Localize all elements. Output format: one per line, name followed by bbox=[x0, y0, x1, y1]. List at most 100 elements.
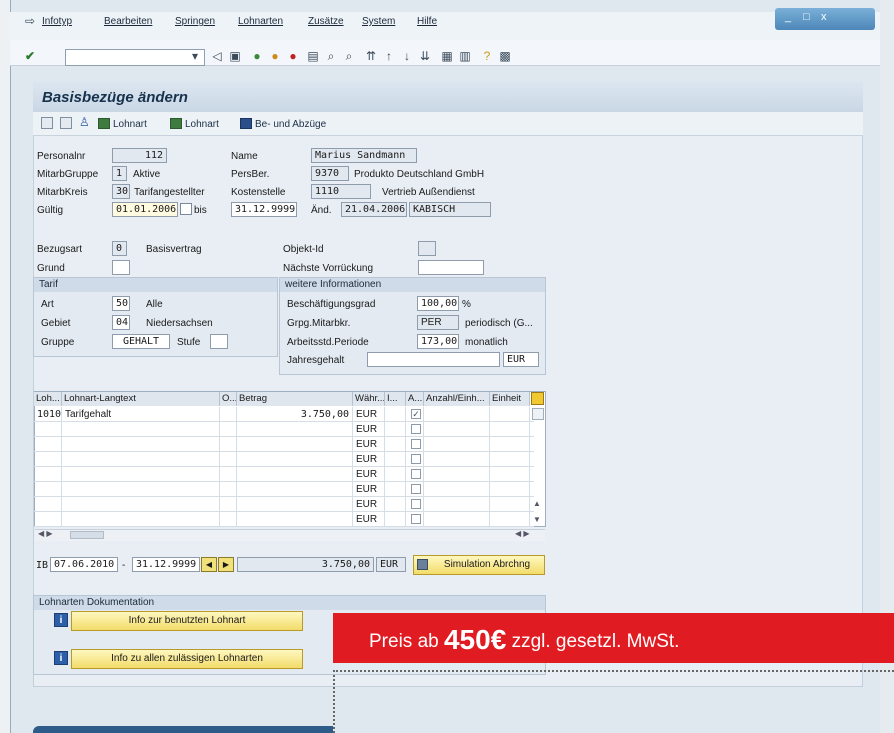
cell-o[interactable] bbox=[220, 467, 237, 482]
cell-a[interactable] bbox=[406, 482, 424, 497]
cell-lohnart[interactable] bbox=[34, 497, 62, 512]
cell-o[interactable] bbox=[220, 482, 237, 497]
col-header-einheit[interactable]: Einheit bbox=[490, 392, 530, 406]
jahres-field[interactable] bbox=[367, 352, 500, 367]
info-benutzte-lohnart-button[interactable]: Info zur benutzten Lohnart bbox=[71, 611, 303, 631]
cell-lohnart[interactable] bbox=[34, 467, 62, 482]
cell-anzahl[interactable] bbox=[424, 452, 490, 467]
cell-einheit[interactable] bbox=[490, 407, 530, 422]
cell-a[interactable] bbox=[406, 452, 424, 467]
cell-lohnart[interactable]: 1010 bbox=[34, 407, 62, 422]
cell-a[interactable] bbox=[406, 512, 424, 527]
checkbox[interactable] bbox=[411, 484, 421, 494]
cell-einheit[interactable] bbox=[490, 497, 530, 512]
naechste-field[interactable] bbox=[418, 260, 484, 275]
cell-i[interactable] bbox=[385, 497, 406, 512]
menu-icon[interactable]: ⇨ bbox=[25, 14, 35, 28]
cell-a[interactable] bbox=[406, 437, 424, 452]
new-session-icon[interactable]: ▦ bbox=[440, 49, 454, 63]
col-header-waehrung[interactable]: Währ... bbox=[353, 392, 385, 406]
table-row[interactable]: EUR bbox=[34, 452, 534, 467]
ib-bis-field[interactable]: 31.12.9999 bbox=[132, 557, 200, 572]
col-header-i[interactable]: I... bbox=[385, 392, 406, 406]
cell-a[interactable] bbox=[406, 497, 424, 512]
cell-lohnart[interactable] bbox=[34, 437, 62, 452]
menu-lohnarten[interactable]: Lohnarten bbox=[238, 16, 283, 27]
cell-betrag[interactable] bbox=[237, 467, 353, 482]
cell-lohnart[interactable] bbox=[34, 452, 62, 467]
back-icon[interactable]: ● bbox=[250, 49, 264, 63]
col-header-o[interactable]: O... bbox=[220, 392, 237, 406]
command-field[interactable] bbox=[65, 49, 205, 66]
col-header-anzahl[interactable]: Anzahl/Einh... bbox=[424, 392, 490, 406]
cell-lohnart[interactable] bbox=[34, 422, 62, 437]
save-icon[interactable]: ▣ bbox=[228, 49, 242, 63]
col-header-betrag[interactable]: Betrag bbox=[237, 392, 353, 406]
enter-icon[interactable]: ✔ bbox=[23, 49, 37, 63]
scroll-right-icon[interactable]: ◀ ▶ bbox=[515, 529, 530, 538]
col-header-lohnart[interactable]: Loh... bbox=[34, 392, 62, 406]
prev-period-icon[interactable]: ◀ bbox=[201, 557, 217, 572]
ib-von-field[interactable]: 07.06.2010 bbox=[50, 557, 118, 572]
shortcut-icon[interactable]: ▥ bbox=[458, 49, 472, 63]
cell-langtext[interactable]: Tarifgehalt bbox=[62, 407, 220, 422]
menu-zusaetze[interactable]: Zusätze bbox=[308, 16, 344, 27]
info-alle-lohnarten-button[interactable]: Info zu allen zulässigen Lohnarten bbox=[71, 649, 303, 669]
be-und-abzuege-button[interactable]: Be- und Abzüge bbox=[240, 118, 326, 130]
table-row[interactable]: EUR bbox=[34, 482, 534, 497]
gruppe-field[interactable]: GEHALT bbox=[112, 334, 170, 349]
cell-einheit[interactable] bbox=[490, 512, 530, 527]
cell-o[interactable] bbox=[220, 452, 237, 467]
maximize-button[interactable]: □ bbox=[803, 11, 810, 23]
cell-einheit[interactable] bbox=[490, 452, 530, 467]
overview-icon[interactable] bbox=[41, 117, 53, 129]
cell-waehrung[interactable]: EUR bbox=[353, 497, 385, 512]
checkbox[interactable] bbox=[411, 499, 421, 509]
menu-springen[interactable]: Springen bbox=[175, 16, 215, 27]
scroll-up-icon[interactable]: ▲ bbox=[533, 499, 541, 508]
cell-o[interactable] bbox=[220, 437, 237, 452]
horizontal-scrollbar[interactable] bbox=[35, 529, 545, 541]
table-row[interactable]: EUR bbox=[34, 467, 534, 482]
cell-i[interactable] bbox=[385, 512, 406, 527]
table-row[interactable]: EUR bbox=[34, 512, 534, 527]
cell-langtext[interactable] bbox=[62, 452, 220, 467]
gueltig-von-field[interactable]: 01.01.2006 bbox=[112, 202, 178, 217]
cell-waehrung[interactable]: EUR bbox=[353, 422, 385, 437]
cell-a[interactable] bbox=[406, 422, 424, 437]
find-next-icon[interactable]: ⌕ bbox=[342, 49, 356, 63]
cell-betrag[interactable] bbox=[237, 497, 353, 512]
chevron-down-icon[interactable]: ▾ bbox=[188, 49, 202, 63]
cell-lohnart[interactable] bbox=[34, 512, 62, 527]
cell-langtext[interactable] bbox=[62, 512, 220, 527]
last-page-icon[interactable]: ⇊ bbox=[418, 49, 432, 63]
col-header-langtext[interactable]: Lohnart-Langtext bbox=[62, 392, 220, 406]
table-row[interactable]: 1010 Tarifgehalt 3.750,00 EUR ✓ bbox=[34, 407, 534, 422]
cell-anzahl[interactable] bbox=[424, 512, 490, 527]
cell-waehrung[interactable]: EUR bbox=[353, 467, 385, 482]
cell-langtext[interactable] bbox=[62, 422, 220, 437]
jahres-cur-field[interactable]: EUR bbox=[503, 352, 539, 367]
art-field[interactable]: 50 bbox=[112, 296, 130, 311]
print-icon[interactable]: ▤ bbox=[306, 49, 320, 63]
cell-waehrung[interactable]: EUR bbox=[353, 407, 385, 422]
cell-einheit[interactable] bbox=[490, 467, 530, 482]
exit-icon[interactable]: ● bbox=[268, 49, 282, 63]
minimize-button[interactable]: _ bbox=[785, 11, 791, 23]
scroll-thumb[interactable] bbox=[70, 531, 104, 539]
cell-i[interactable] bbox=[385, 467, 406, 482]
cell-i[interactable] bbox=[385, 452, 406, 467]
cell-betrag[interactable]: 3.750,00 bbox=[237, 407, 353, 422]
checkbox[interactable] bbox=[411, 424, 421, 434]
cell-langtext[interactable] bbox=[62, 437, 220, 452]
cell-lohnart[interactable] bbox=[34, 482, 62, 497]
cell-a[interactable] bbox=[406, 467, 424, 482]
cell-o[interactable] bbox=[220, 422, 237, 437]
help-icon[interactable]: ? bbox=[480, 49, 494, 63]
checkbox[interactable] bbox=[411, 514, 421, 524]
cell-anzahl[interactable] bbox=[424, 467, 490, 482]
simulation-button[interactable]: Simulation Abrchng bbox=[413, 555, 545, 575]
back-arrow-icon[interactable]: ◁ bbox=[210, 49, 224, 63]
cell-anzahl[interactable] bbox=[424, 422, 490, 437]
cell-betrag[interactable] bbox=[237, 512, 353, 527]
